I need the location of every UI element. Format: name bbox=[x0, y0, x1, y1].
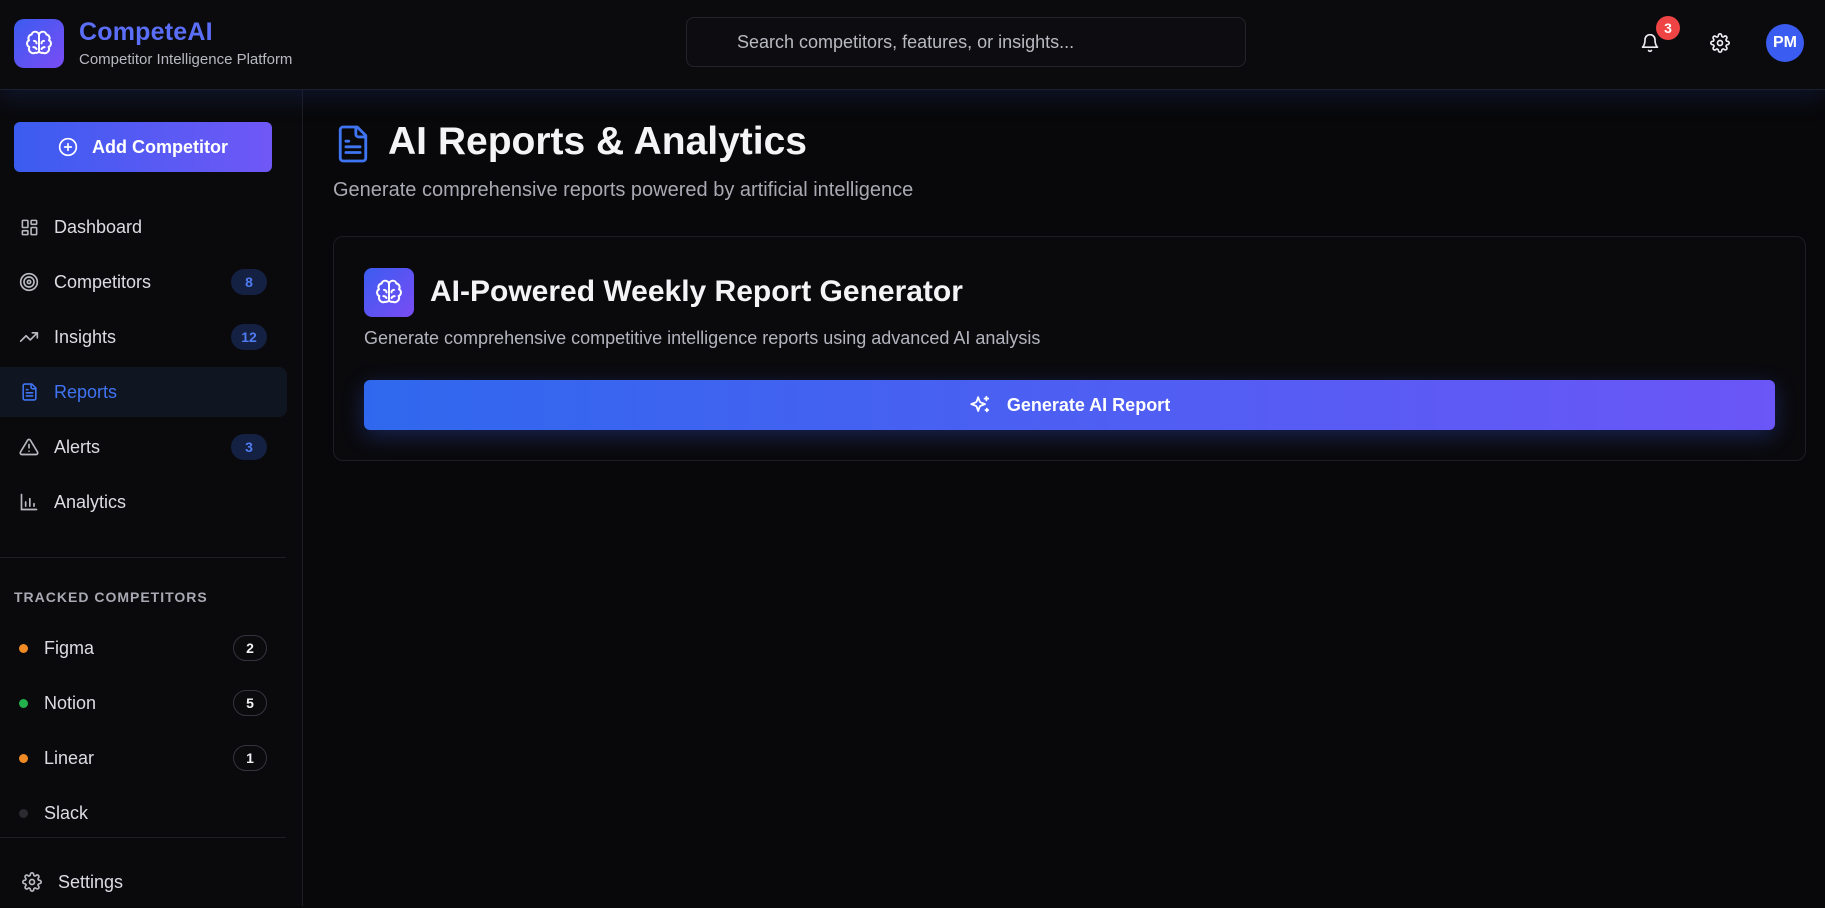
gear-icon bbox=[22, 872, 42, 897]
sidebar: Add Competitor Dashboard Competitors 8 I… bbox=[0, 90, 303, 906]
competitor-count-badge: 5 bbox=[233, 690, 267, 716]
sidebar-item-label: Alerts bbox=[54, 436, 101, 457]
sidebar-item-competitors[interactable]: Competitors 8 bbox=[0, 257, 287, 307]
sidebar-item-dashboard[interactable]: Dashboard bbox=[0, 202, 287, 252]
page-subtitle: Generate comprehensive reports powered b… bbox=[333, 179, 914, 201]
sidebar-item-reports[interactable]: Reports bbox=[0, 367, 287, 417]
report-generator-card: AI-Powered Weekly Report Generator Gener… bbox=[333, 236, 1806, 461]
plus-circle-icon bbox=[58, 137, 78, 157]
app-name: CompeteAI bbox=[79, 18, 213, 46]
competitor-name: Figma bbox=[44, 638, 95, 658]
tracked-competitor-notion[interactable]: Notion 5 bbox=[0, 678, 287, 728]
sidebar-item-label: Dashboard bbox=[54, 216, 143, 237]
sidebar-divider bbox=[0, 557, 286, 558]
alert-triangle-icon bbox=[18, 436, 40, 458]
competitor-name: Slack bbox=[44, 803, 89, 823]
sidebar-item-analytics[interactable]: Analytics bbox=[0, 477, 287, 527]
status-dot bbox=[19, 809, 28, 818]
sidebar-item-settings[interactable]: Settings bbox=[0, 858, 287, 908]
alerts-count-badge: 3 bbox=[231, 434, 267, 460]
sidebar-item-label: Reports bbox=[54, 381, 118, 402]
grid-icon bbox=[18, 216, 40, 238]
add-competitor-label: Add Competitor bbox=[92, 136, 228, 157]
sidebar-item-alerts[interactable]: Alerts 3 bbox=[0, 422, 287, 472]
generate-ai-report-label: Generate AI Report bbox=[1006, 394, 1171, 415]
status-dot bbox=[19, 699, 28, 708]
sidebar-item-label: Insights bbox=[54, 326, 117, 347]
insights-count-badge: 12 bbox=[231, 324, 267, 350]
generate-ai-report-button[interactable]: Generate AI Report bbox=[364, 380, 1775, 430]
competitor-name: Notion bbox=[44, 693, 97, 713]
target-icon bbox=[18, 271, 40, 293]
notification-badge: 3 bbox=[1656, 16, 1680, 40]
competitor-name: Linear bbox=[44, 748, 95, 768]
settings-label: Settings bbox=[58, 872, 124, 892]
status-dot bbox=[19, 644, 28, 653]
card-title: AI-Powered Weekly Report Generator bbox=[430, 275, 963, 308]
tracked-competitor-linear[interactable]: Linear 1 bbox=[0, 733, 287, 783]
user-avatar[interactable]: PM bbox=[1766, 24, 1804, 62]
status-dot bbox=[19, 754, 28, 763]
sidebar-divider bbox=[0, 837, 286, 838]
sidebar-item-label: Competitors bbox=[54, 271, 152, 292]
settings-button[interactable] bbox=[1700, 23, 1740, 63]
brain-icon bbox=[26, 30, 52, 54]
tracked-competitor-slack[interactable]: Slack bbox=[0, 788, 287, 838]
tracked-competitor-figma[interactable]: Figma 2 bbox=[0, 623, 287, 673]
competitor-count-badge: 1 bbox=[233, 745, 267, 771]
trending-up-icon bbox=[18, 326, 40, 348]
tracked-competitors-heading: TRACKED COMPETITORS bbox=[14, 589, 208, 605]
search-input[interactable] bbox=[686, 17, 1246, 67]
brain-icon bbox=[364, 268, 414, 317]
file-text-icon bbox=[336, 124, 370, 164]
card-description: Generate comprehensive competitive intel… bbox=[364, 328, 1041, 348]
sidebar-item-insights[interactable]: Insights 12 bbox=[0, 312, 287, 362]
sidebar-item-label: Analytics bbox=[54, 491, 127, 512]
gear-icon bbox=[1710, 33, 1730, 53]
sparkles-icon bbox=[970, 395, 989, 413]
app-logo[interactable] bbox=[14, 19, 64, 68]
competitors-count-badge: 8 bbox=[231, 269, 267, 295]
top-header: CompeteAI Competitor Intelligence Platfo… bbox=[0, 0, 1825, 90]
bar-chart-icon bbox=[18, 491, 40, 513]
file-text-icon bbox=[18, 381, 40, 403]
page-title: AI Reports & Analytics bbox=[388, 120, 807, 163]
add-competitor-button[interactable]: Add Competitor bbox=[14, 122, 272, 172]
bell-icon bbox=[1641, 33, 1659, 53]
competitor-count-badge: 2 bbox=[233, 635, 267, 661]
app-tagline: Competitor Intelligence Platform bbox=[79, 51, 293, 68]
